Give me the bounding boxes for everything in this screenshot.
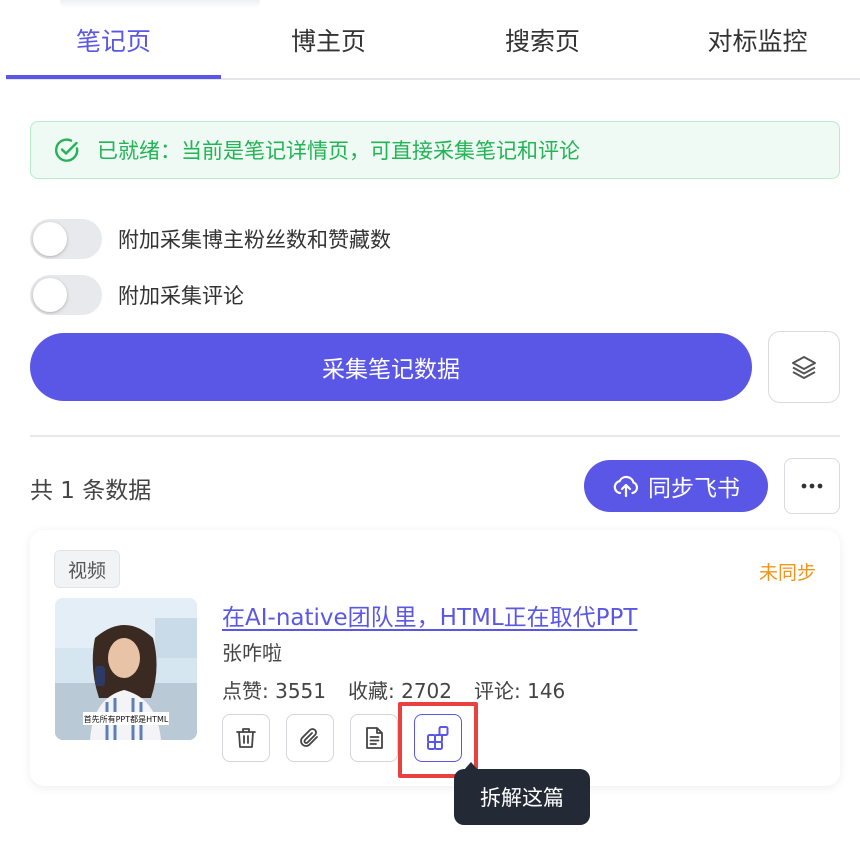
paperclip-icon <box>300 728 318 747</box>
comments-toggle[interactable] <box>30 275 102 315</box>
comments-label: 附加采集评论 <box>118 284 244 308</box>
likes-stat: 点赞: 3551 <box>222 679 326 703</box>
tab-blogger-page[interactable]: 博主页 <box>221 0 436 80</box>
result-count: 共 1 条数据 <box>30 478 152 504</box>
blogger-stats-label: 附加采集博主粉丝数和赞藏数 <box>118 228 391 252</box>
tab-search-page[interactable]: 搜索页 <box>435 0 650 80</box>
attachment-button[interactable] <box>286 714 334 762</box>
layers-button[interactable] <box>768 331 840 403</box>
sync-feishu-button[interactable]: 同步飞书 <box>584 460 768 512</box>
more-horizontal-icon <box>801 483 823 489</box>
tab-benchmark-monitor[interactable]: 对标监控 <box>650 0 860 80</box>
note-stats: 点赞: 3551 收藏: 2702 评论: 146 <box>222 675 587 704</box>
option-row-comments: 附加采集评论 <box>30 275 244 315</box>
status-text: 已就绪：当前是笔记详情页，可直接采集笔记和评论 <box>97 139 580 163</box>
breakdown-tooltip: 拆解这篇 <box>454 762 590 825</box>
status-banner: 已就绪：当前是笔记详情页，可直接采集笔记和评论 <box>30 121 840 179</box>
note-card: 视频 未同步 首先所有PPT都是HTML 在AI-native团队里，HTML正… <box>30 530 840 786</box>
cloud-upload-icon <box>613 475 639 498</box>
tab-bar: 笔记页 博主页 搜索页 对标监控 <box>6 0 860 80</box>
document-icon <box>366 727 383 749</box>
note-thumbnail[interactable]: 首先所有PPT都是HTML <box>55 598 197 740</box>
tab-note-page[interactable]: 笔记页 <box>6 0 221 80</box>
toggle-knob <box>33 222 67 256</box>
toggle-knob <box>33 278 67 312</box>
check-circle-icon <box>54 138 79 162</box>
layers-icon <box>792 356 816 379</box>
trash-icon <box>236 728 256 748</box>
active-tab-indicator <box>6 75 221 79</box>
document-button[interactable] <box>350 714 398 762</box>
delete-button[interactable] <box>222 714 270 762</box>
note-title-link[interactable]: 在AI-native团队里，HTML正在取代PPT <box>222 598 637 632</box>
option-row-blogger-stats: 附加采集博主粉丝数和赞藏数 <box>30 219 391 259</box>
sync-status-label: 未同步 <box>758 562 816 584</box>
breakdown-icon <box>427 726 449 750</box>
card-actions <box>222 714 478 762</box>
note-author: 张咋啦 <box>222 641 282 665</box>
blogger-stats-toggle[interactable] <box>30 219 102 259</box>
collect-note-button[interactable]: 采集笔记数据 <box>30 333 752 401</box>
thumbnail-image: 首先所有PPT都是HTML <box>55 598 197 740</box>
collector-panel: 笔记页 博主页 搜索页 对标监控 已就绪：当前是笔记详情页，可直接采集笔记和评论… <box>0 0 860 854</box>
sync-feishu-label: 同步飞书 <box>648 476 740 502</box>
more-options-button[interactable] <box>784 458 840 514</box>
comments-stat: 评论: 146 <box>474 679 566 703</box>
content-type-tag: 视频 <box>54 550 121 588</box>
section-divider <box>30 435 840 437</box>
thumbnail-caption: 首先所有PPT都是HTML <box>84 714 169 724</box>
favorites-stat: 收藏: 2702 <box>348 679 452 703</box>
breakdown-button[interactable] <box>414 714 462 762</box>
